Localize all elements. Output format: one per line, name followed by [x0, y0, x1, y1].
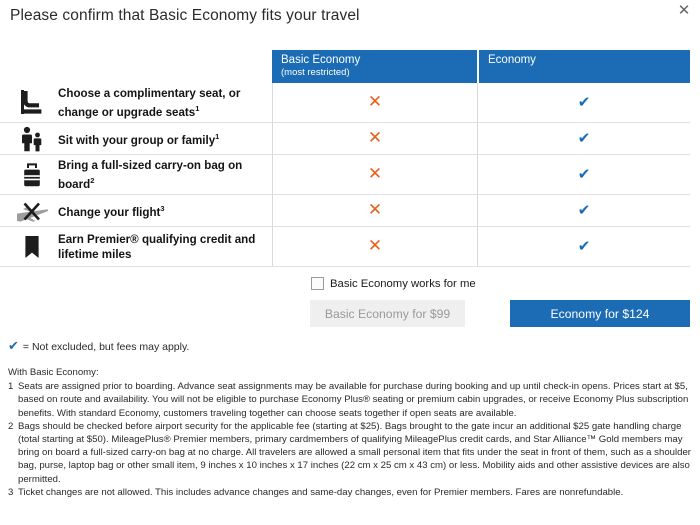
cross-icon: ✕ [367, 128, 383, 148]
legend: ✔ = Not excluded, but fees may apply. [8, 340, 189, 353]
footnote-item: 2 Bags should be checked before airport s… [8, 420, 692, 486]
footnote-marker: 2 [90, 175, 95, 185]
family-group-icon [0, 125, 58, 153]
check-icon: ✔ [577, 237, 591, 255]
basic-economy-consent[interactable]: Basic Economy works for me [311, 277, 476, 290]
cross-icon: ✕ [367, 236, 383, 256]
basic-economy-availability: ✕ [272, 155, 477, 194]
column-header-basic-economy-subtitle: (most restricted) [281, 67, 350, 78]
table-row: Earn Premier® qualifying credit and life… [0, 227, 690, 267]
cross-icon: ✕ [367, 92, 383, 112]
basic-economy-availability: ✕ [272, 227, 477, 266]
footnote-number: 3 [8, 486, 14, 498]
check-icon: ✔ [577, 93, 591, 111]
feature-label: Change your flight3 [58, 204, 165, 219]
table-row: Bring a full-sized carry-on bag on board… [0, 155, 690, 195]
column-header-economy-title: Economy [488, 54, 536, 66]
economy-availability: ✔ [477, 227, 690, 266]
table-row: Change your flight3 ✕ ✔ [0, 195, 690, 227]
footnotes-list: 1 Seats are assigned prior to boarding. A… [8, 380, 692, 499]
footnotes: With Basic Economy: 1 Seats are assigned … [8, 366, 692, 499]
feature-label: Choose a complimentary seat, or change o… [58, 86, 241, 119]
column-header-basic-economy-title: Basic Economy [281, 54, 361, 66]
footnote-item: 3 Ticket changes are not allowed. This in… [8, 486, 692, 499]
close-icon[interactable]: ✕ [675, 2, 693, 20]
feature-label: Sit with your group or family1 [58, 132, 220, 147]
footnote-text: Ticket changes are not allowed. This inc… [18, 486, 624, 498]
page-title: Please confirm that Basic Economy fits y… [10, 7, 360, 24]
feature-label: Earn Premier® qualifying credit and life… [58, 232, 256, 261]
basic-economy-works-for-me-checkbox[interactable] [311, 277, 324, 290]
economy-availability: ✔ [477, 195, 690, 226]
footnote-text: Bags should be checked before airport se… [18, 420, 691, 485]
basic-economy-availability: ✕ [272, 195, 477, 226]
column-header-basic-economy: Basic Economy (most restricted) [272, 50, 477, 83]
cross-icon: ✕ [367, 164, 383, 184]
airline-seat-icon [0, 89, 58, 117]
footnote-number: 1 [8, 381, 14, 393]
basic-economy-purchase-button[interactable]: Basic Economy for $99 [310, 300, 465, 327]
feature-label: Bring a full-sized carry-on bag on board… [58, 158, 243, 191]
legend-check-icon: ✔ [8, 339, 19, 354]
comparison-table-body: Choose a complimentary seat, or change o… [0, 83, 690, 267]
basic-economy-availability: ✕ [272, 123, 477, 154]
check-icon: ✔ [577, 165, 591, 183]
table-row: Choose a complimentary seat, or change o… [0, 83, 690, 123]
footnote-number: 2 [8, 420, 14, 432]
comparison-table-header: Basic Economy (most restricted) Economy [272, 50, 690, 83]
change-flight-icon [0, 197, 58, 225]
basic-economy-availability: ✕ [272, 83, 477, 122]
basic-economy-confirm-dialog: ✕ Please confirm that Basic Economy fits… [0, 0, 700, 525]
carry-on-bag-icon [0, 161, 58, 189]
economy-purchase-button[interactable]: Economy for $124 [510, 300, 690, 327]
economy-availability: ✔ [477, 83, 690, 122]
economy-availability: ✔ [477, 123, 690, 154]
table-row: Sit with your group or family1 ✕ ✔ [0, 123, 690, 155]
check-icon: ✔ [577, 201, 591, 219]
cross-icon: ✕ [367, 200, 383, 220]
footnote-marker: 3 [160, 204, 165, 214]
footnote-item: 1 Seats are assigned prior to boarding. A… [8, 380, 692, 420]
footnotes-heading: With Basic Economy: [8, 367, 99, 378]
check-icon: ✔ [577, 129, 591, 147]
basic-economy-works-for-me-label[interactable]: Basic Economy works for me [330, 278, 476, 290]
footnote-text: Seats are assigned prior to boarding. Ad… [18, 381, 689, 419]
footnote-marker: 1 [195, 103, 200, 113]
economy-availability: ✔ [477, 155, 690, 194]
footnote-marker: 1 [215, 132, 220, 142]
legend-text: = Not excluded, but fees may apply. [22, 340, 190, 353]
column-header-economy: Economy [479, 50, 690, 83]
premier-bookmark-icon [0, 233, 58, 261]
